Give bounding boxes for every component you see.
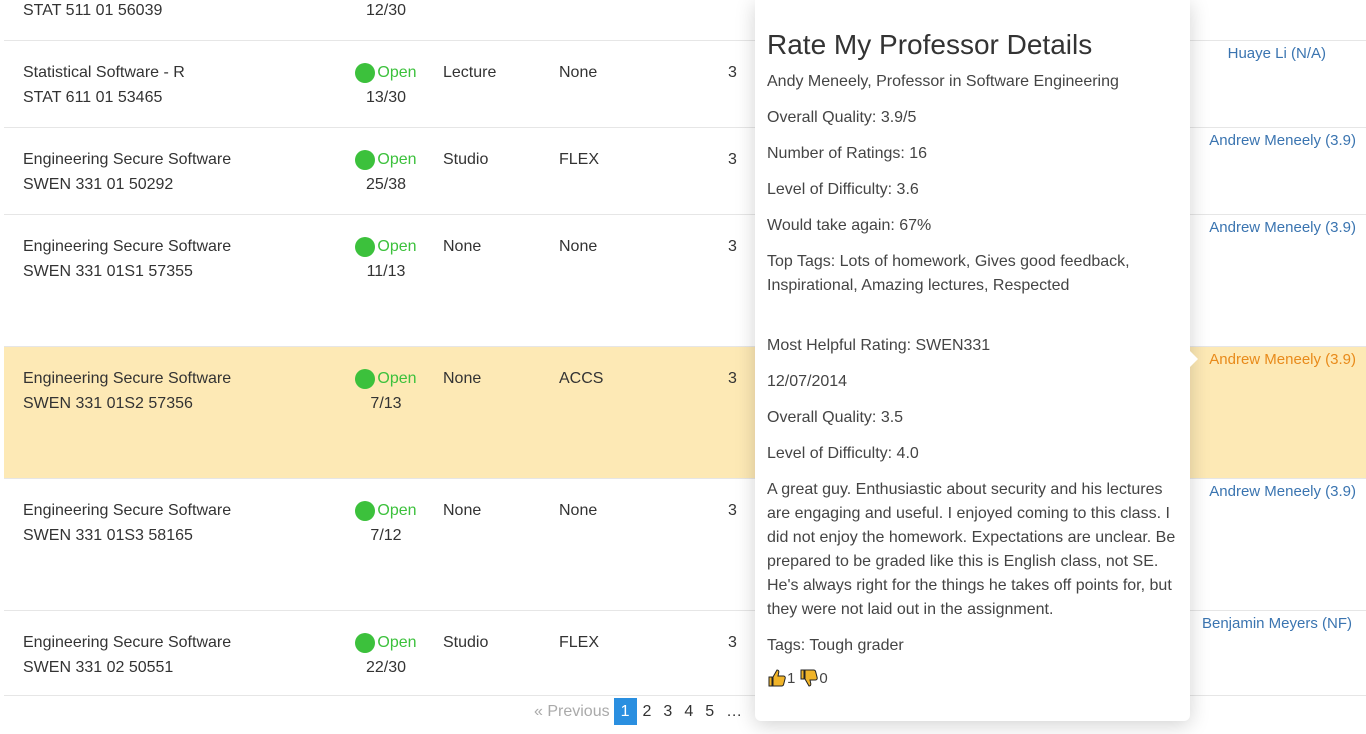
- credits: 3: [728, 151, 737, 168]
- course-title: Engineering Secure Software: [23, 238, 232, 255]
- seats-count: 22/30: [365, 659, 407, 676]
- professor-link[interactable]: Huaye Li (N/A): [1228, 41, 1326, 66]
- course-cell: Engineering Secure Software SWEN 331 01S…: [23, 498, 231, 548]
- rating-difficulty: Level of Difficulty: 4.0: [767, 445, 919, 462]
- status-label: Open: [377, 634, 417, 651]
- thumbs-down-icon[interactable]: [799, 668, 819, 688]
- seats-count: 7/13: [370, 395, 402, 412]
- professor-link[interactable]: Andrew Meneely (3.9): [1209, 128, 1356, 153]
- pagination: « Previous 1 2 3 4 5 …: [528, 698, 748, 725]
- professor-link[interactable]: Benjamin Meyers (NF): [1202, 611, 1352, 636]
- course-code: SWEN 331 01S1 57355: [23, 263, 193, 280]
- instruction-type: Studio: [443, 634, 489, 651]
- credits: 3: [728, 64, 737, 81]
- instruction-type: Lecture: [443, 64, 497, 81]
- rating-votes: 1 0: [767, 668, 1178, 688]
- credits: 3: [728, 502, 737, 519]
- thumbs-up-icon[interactable]: [767, 668, 787, 688]
- professor-link[interactable]: Andrew Meneely (3.9): [1209, 479, 1356, 504]
- open-status-dot-icon: [355, 236, 376, 257]
- course-cell: Engineering Secure Software SWEN 331 01S…: [23, 366, 231, 416]
- most-helpful-rating: Most Helpful Rating: SWEN331: [767, 337, 991, 354]
- pagination-page-4[interactable]: 4: [678, 698, 699, 725]
- credits: 3: [728, 634, 737, 651]
- course-code: STAT 611 01 53465: [23, 89, 163, 106]
- status-cell: 12/30: [346, 0, 426, 23]
- open-status-dot-icon: [355, 368, 376, 389]
- instruction-mode: None: [559, 238, 598, 255]
- instruction-mode: ACCS: [559, 370, 604, 387]
- popover-arrow: [1189, 350, 1198, 368]
- pagination-page-2[interactable]: 2: [637, 698, 658, 725]
- credits: 3: [728, 370, 737, 387]
- course-cell: Engineering Secure Software SWEN 331 01S…: [23, 234, 231, 284]
- instruction-type: None: [443, 238, 482, 255]
- instruction-mode: FLEX: [559, 634, 600, 651]
- status-label: Open: [377, 370, 417, 387]
- course-code: SWEN 331 01S2 57356: [23, 395, 193, 412]
- thumbs-up-count: 1: [787, 669, 796, 687]
- number-of-ratings: Number of Ratings: 16: [767, 145, 928, 162]
- professor-link[interactable]: Andrew Meneely (3.9): [1209, 347, 1356, 372]
- pagination-ellipsis: …: [726, 703, 743, 720]
- course-title: Statistical Software - R: [23, 64, 185, 81]
- instruction-type: None: [443, 502, 482, 519]
- seats-count: 13/30: [365, 89, 407, 106]
- pagination-page-5[interactable]: 5: [699, 698, 720, 725]
- status-cell: Open 22/30: [346, 630, 426, 680]
- thumbs-down-count: 0: [819, 669, 828, 687]
- rating-comment: A great guy. Enthusiastic about security…: [767, 481, 1176, 618]
- pagination-page-3[interactable]: 3: [657, 698, 678, 725]
- course-title: Engineering Secure Software: [23, 151, 232, 168]
- instruction-type: None: [443, 370, 482, 387]
- seats-count: 25/38: [365, 176, 407, 193]
- course-cell: Engineering Secure Software SWEN 331 02 …: [23, 630, 231, 680]
- open-status-dot-icon: [355, 632, 376, 653]
- instruction-mode: None: [559, 502, 598, 519]
- rmp-popover: Rate My Professor Details Andy Meneely, …: [755, 0, 1198, 721]
- rating-date: 12/07/2014: [767, 373, 848, 390]
- pagination-previous[interactable]: « Previous: [528, 698, 614, 725]
- status-cell: Open 25/38: [346, 147, 426, 197]
- level-of-difficulty: Level of Difficulty: 3.6: [767, 181, 919, 198]
- overall-quality: Overall Quality: 3.9/5: [767, 109, 917, 126]
- seats-count: 12/30: [365, 2, 407, 19]
- status-cell: Open 7/13: [346, 366, 426, 416]
- status-label: Open: [377, 64, 417, 81]
- status-label: Open: [377, 151, 417, 168]
- status-label: Open: [377, 502, 417, 519]
- rating-tags: Tags: Tough grader: [767, 637, 904, 654]
- status-label: Open: [377, 238, 417, 255]
- course-code: STAT 511 01 56039: [23, 2, 163, 19]
- professor-link[interactable]: Andrew Meneely (3.9): [1209, 215, 1356, 240]
- course-code: SWEN 331 01 50292: [23, 176, 174, 193]
- course-cell: Engineering Secure Software SWEN 331 01 …: [23, 147, 231, 197]
- course-code: SWEN 331 01S3 58165: [23, 527, 193, 544]
- course-title: Engineering Secure Software: [23, 370, 232, 387]
- professor-name: Andy Meneely, Professor in Software Engi…: [767, 73, 1119, 90]
- seats-count: 11/13: [366, 263, 406, 280]
- open-status-dot-icon: [355, 62, 376, 83]
- open-status-dot-icon: [355, 149, 376, 170]
- pagination-page-1[interactable]: 1: [613, 698, 637, 725]
- credits: 3: [728, 238, 737, 255]
- would-take-again: Would take again: 67%: [767, 217, 932, 234]
- course-cell: Statistical Software - R STAT 611 01 534…: [23, 60, 185, 110]
- status-cell: Open 11/13: [346, 234, 426, 284]
- course-title: Engineering Secure Software: [23, 502, 232, 519]
- status-cell: Open 13/30: [346, 60, 426, 110]
- rating-overall-quality: Overall Quality: 3.5: [767, 409, 904, 426]
- popover-title: Rate My Professor Details: [767, 29, 1093, 60]
- instruction-mode: FLEX: [559, 151, 600, 168]
- instruction-type: Studio: [443, 151, 489, 168]
- status-cell: Open 7/12: [346, 498, 426, 548]
- instruction-mode: None: [559, 64, 598, 81]
- top-tags: Top Tags: Lots of homework, Gives good f…: [767, 253, 1130, 294]
- course-cell: STAT 511 01 56039: [23, 0, 162, 23]
- course-code: SWEN 331 02 50551: [23, 659, 174, 676]
- open-status-dot-icon: [355, 500, 376, 521]
- course-title: Engineering Secure Software: [23, 634, 232, 651]
- seats-count: 7/12: [370, 527, 402, 544]
